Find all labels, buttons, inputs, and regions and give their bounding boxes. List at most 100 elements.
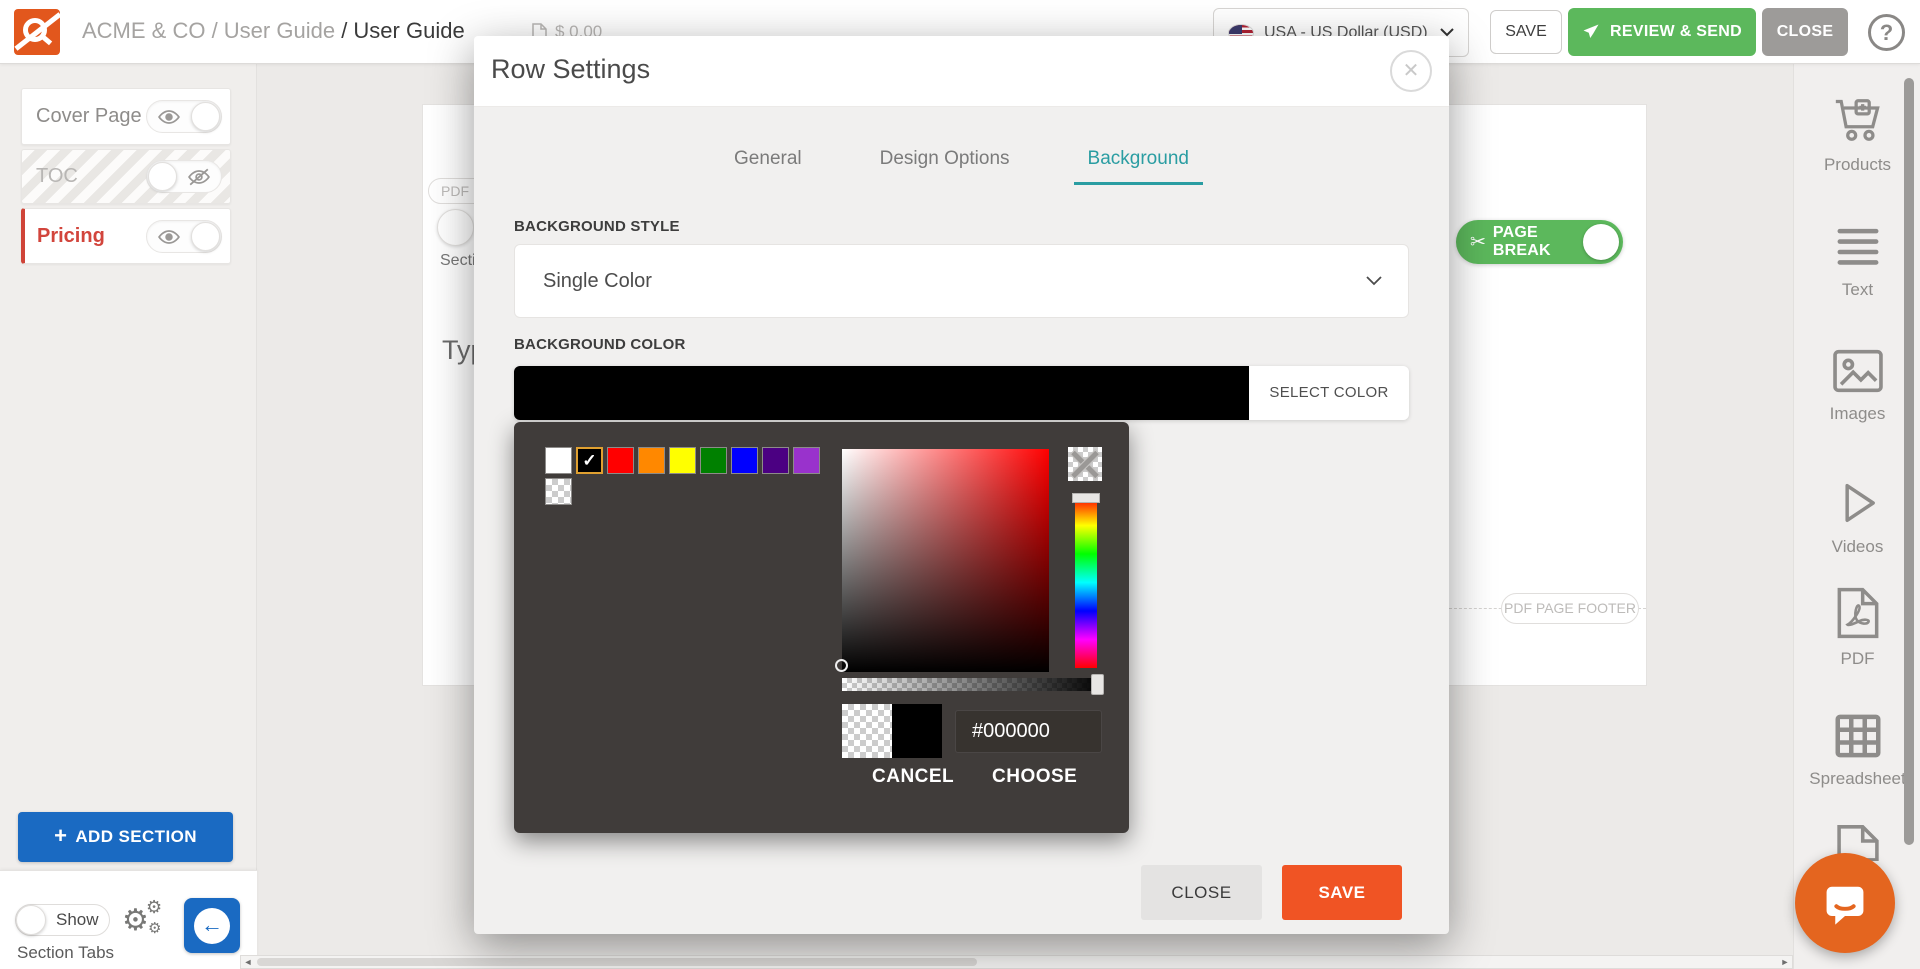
modal-save-button[interactable]: SAVE (1282, 865, 1402, 920)
tab-background[interactable]: Background (1074, 148, 1203, 185)
hex-color-input[interactable] (955, 710, 1102, 753)
background-color-label: BACKGROUND COLOR (514, 336, 686, 353)
toggle-knob[interactable] (148, 162, 177, 191)
show-label: Show (56, 910, 99, 930)
hue-slider[interactable] (1075, 497, 1097, 668)
add-section-button[interactable]: + ADD SECTION (18, 812, 233, 862)
swatch-green[interactable] (700, 447, 727, 474)
breadcrumb-parent[interactable]: ACME & CO / User Guide (82, 18, 335, 43)
sidebar-item-cover-page[interactable]: Cover Page (21, 88, 231, 145)
section-label: TOC (36, 165, 146, 188)
arrow-left-icon: ← (194, 908, 230, 944)
pdf-file-icon (1832, 585, 1884, 641)
swatch-transparent[interactable] (545, 478, 572, 505)
visibility-toggle[interactable] (146, 100, 222, 133)
page-break-toggle[interactable]: ✂ PAGE BREAK (1456, 220, 1623, 264)
swatch-orange[interactable] (638, 447, 665, 474)
swatch-grid: ✓ (545, 447, 830, 505)
picker-cancel-button[interactable]: CANCEL (872, 766, 954, 788)
paper-plane-icon (1582, 23, 1600, 41)
tab-general[interactable]: General (720, 148, 816, 185)
horizontal-scrollbar[interactable]: ◄ ► (240, 955, 1793, 969)
toggle-knob[interactable] (191, 102, 220, 131)
play-icon (1832, 477, 1884, 529)
picker-choose-button[interactable]: CHOOSE (992, 766, 1077, 788)
swatch-violet[interactable] (793, 447, 820, 474)
section-label: Secti (440, 252, 476, 270)
review-send-button[interactable]: REVIEW & SEND (1568, 8, 1756, 56)
chat-icon (1819, 877, 1871, 929)
swatch-yellow[interactable] (669, 447, 696, 474)
page-break-label: PAGE BREAK (1493, 224, 1576, 260)
app-logo-icon[interactable] (14, 9, 60, 55)
swatch-black-selected[interactable]: ✓ (576, 447, 603, 474)
close-editor-button[interactable]: CLOSE (1762, 8, 1848, 56)
check-icon: ✓ (582, 451, 596, 470)
section-toggle-knob[interactable] (437, 209, 474, 246)
swatch-red[interactable] (607, 447, 634, 474)
swatch-indigo[interactable] (762, 447, 789, 474)
section-label: Cover Page (36, 105, 146, 128)
rail-item-videos[interactable]: Videos (1794, 477, 1920, 557)
current-color-bar[interactable] (514, 366, 1249, 420)
alpha-slider-handle[interactable] (1091, 674, 1104, 695)
text-lines-icon (1830, 222, 1886, 272)
rail-item-pdf[interactable]: PDF (1794, 585, 1920, 669)
sidebar-item-pricing[interactable]: Pricing (21, 208, 231, 264)
eye-off-icon (188, 167, 210, 187)
horizontal-scrollbar-thumb[interactable] (257, 958, 977, 966)
rail-item-spreadsheet[interactable]: Spreadsheet (1794, 711, 1920, 789)
background-style-select[interactable]: Single Color (514, 244, 1409, 318)
scroll-left-arrow[interactable]: ◄ (241, 957, 255, 967)
help-button[interactable]: ? (1868, 14, 1905, 51)
chevron-down-icon (1366, 276, 1382, 286)
breadcrumb-current: / User Guide (335, 18, 465, 43)
rail-item-text[interactable]: Text (1794, 222, 1920, 300)
modal-close-button[interactable]: CLOSE (1141, 865, 1262, 920)
vertical-scrollbar-thumb[interactable] (1904, 78, 1914, 845)
eye-icon (158, 107, 180, 127)
background-style-value: Single Color (543, 270, 652, 293)
color-preview (842, 704, 942, 758)
background-color-row[interactable]: SELECT COLOR (514, 366, 1409, 420)
save-button[interactable]: SAVE (1490, 10, 1562, 54)
row-settings-modal: Row Settings ✕ General Design Options Ba… (474, 36, 1449, 934)
modal-title: Row Settings (491, 54, 650, 85)
alpha-slider[interactable] (842, 678, 1104, 691)
toggle-knob[interactable] (191, 222, 220, 251)
settings-gears-icon[interactable]: ⚙⚙⚙ (122, 897, 168, 943)
swatch-white[interactable] (545, 447, 572, 474)
sidebar-item-toc[interactable]: TOC (21, 149, 231, 204)
collapse-sidebar-button[interactable]: ← (184, 898, 240, 953)
rail-item-products[interactable]: Products (1794, 91, 1920, 175)
toggle-knob[interactable] (16, 905, 46, 935)
scissors-icon: ✂ (1470, 231, 1486, 254)
saturation-value-gradient[interactable] (842, 449, 1049, 672)
eye-icon (158, 227, 180, 247)
modal-close-icon[interactable]: ✕ (1390, 50, 1432, 92)
page-break-knob[interactable] (1583, 224, 1619, 260)
cart-plus-icon (1829, 91, 1887, 147)
document-page-left: PDF PAGE HEADER Secti Typ (422, 104, 475, 686)
rail-item-images[interactable]: Images (1794, 346, 1920, 424)
breadcrumb[interactable]: ACME & CO / User Guide / User Guide (82, 18, 465, 44)
vertical-scrollbar[interactable] (1904, 64, 1914, 955)
hue-slider-handle[interactable] (1072, 493, 1100, 503)
section-label: Pricing (37, 225, 146, 248)
image-icon (1829, 346, 1887, 396)
clear-color-button[interactable] (1068, 447, 1102, 481)
scroll-right-arrow[interactable]: ► (1778, 957, 1792, 967)
document-page-right: ✂ PAGE BREAK PDF PAGE FOOTER (1449, 104, 1647, 686)
chat-launcher-button[interactable] (1795, 853, 1895, 953)
show-section-tabs-toggle[interactable]: Show (15, 904, 110, 936)
pdf-page-footer-pill[interactable]: PDF PAGE FOOTER (1501, 593, 1639, 624)
content-rail: Products Text Images Videos PDF Spreadsh… (1793, 64, 1920, 969)
swatch-blue[interactable] (731, 447, 758, 474)
section-tabs-label: Section Tabs (17, 943, 114, 963)
gradient-cursor[interactable] (835, 659, 848, 672)
visibility-toggle[interactable] (146, 160, 222, 193)
select-color-button[interactable]: SELECT COLOR (1249, 366, 1409, 420)
preview-color-half (892, 704, 942, 758)
visibility-toggle[interactable] (146, 220, 222, 253)
tab-design-options[interactable]: Design Options (866, 148, 1024, 185)
